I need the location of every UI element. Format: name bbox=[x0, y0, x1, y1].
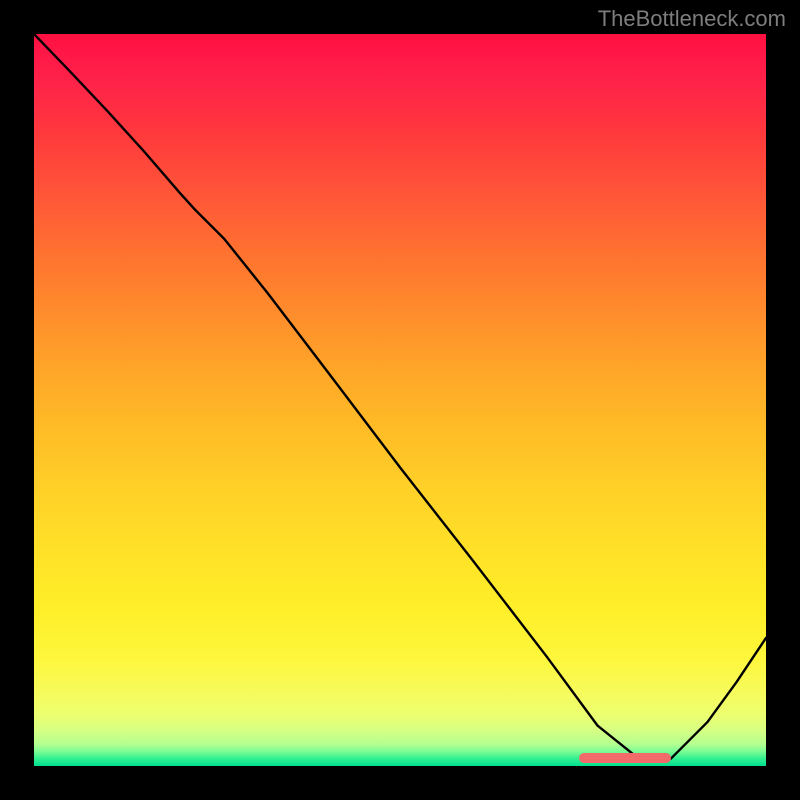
bottleneck-curve bbox=[34, 34, 766, 766]
plot-area bbox=[34, 34, 766, 766]
watermark-text: TheBottleneck.com bbox=[598, 6, 786, 32]
optimal-marker bbox=[579, 753, 671, 763]
chart-frame: TheBottleneck.com bbox=[0, 0, 800, 800]
